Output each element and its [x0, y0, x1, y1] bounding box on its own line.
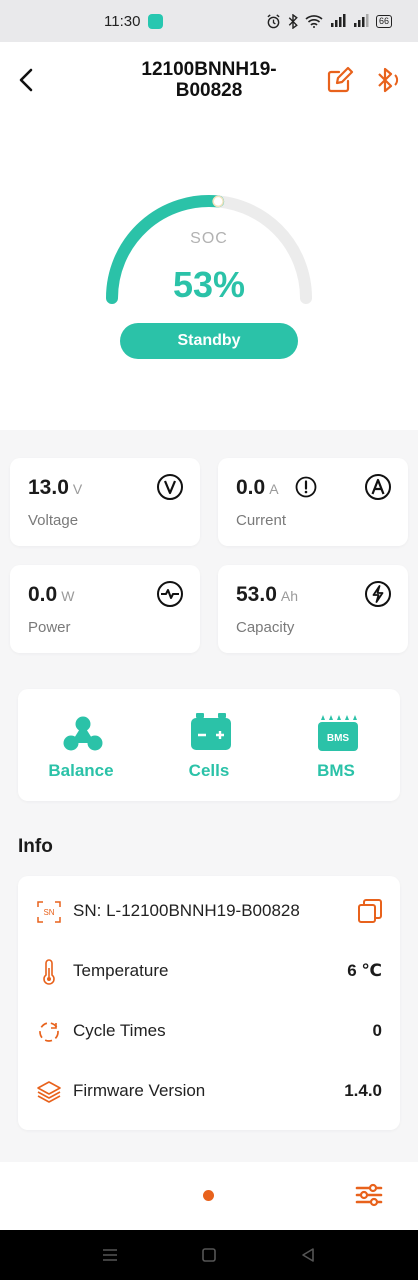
capacity-label: Capacity [236, 619, 295, 636]
menu-icon[interactable] [100, 1245, 120, 1265]
chevron-left-icon [19, 68, 33, 92]
cycle-times-value: 0 [372, 1021, 382, 1040]
sn-value: L-12100BNNH19-B00828 [106, 901, 300, 920]
current-unit: A [269, 481, 279, 497]
power-icon [157, 581, 183, 607]
voltage-label: Voltage [28, 512, 79, 529]
status-time: 11:30 [104, 12, 141, 30]
status-icons: 66 [266, 13, 392, 29]
bluetooth-connect-button[interactable] [372, 65, 402, 95]
soc-value: 53% [172, 264, 246, 305]
cycle-times-row: Cycle Times 0 [18, 1002, 400, 1062]
bottom-bar [0, 1162, 418, 1230]
voltage-card: 13.0 V Voltage [10, 458, 200, 546]
cycle-icon [39, 1022, 59, 1042]
capacity-icon [365, 581, 391, 607]
thermometer-icon [43, 959, 55, 985]
soc-panel: SOC 53% Standby [0, 120, 418, 430]
capacity-value: 53.0 Ah [236, 583, 298, 607]
voltage-unit: V [72, 481, 83, 497]
info-section-title: Info [18, 836, 53, 857]
firmware-value: 1.4.0 [344, 1081, 382, 1100]
power-number: 0.0 [28, 583, 58, 606]
home-icon[interactable] [199, 1245, 219, 1265]
soc-label: SOC [190, 230, 228, 247]
bms-icon-text: BMS [327, 733, 350, 744]
battery-cells-icon [191, 713, 231, 750]
sn-icon-text: SN [43, 908, 54, 917]
status-bar: 11:30 66 [0, 0, 418, 42]
app-notification-icon [148, 13, 164, 29]
sn-icon: SN [37, 901, 61, 923]
warning-icon[interactable] [295, 476, 317, 498]
cells-button[interactable]: Cells [149, 689, 269, 801]
power-value: 0.0 W [28, 583, 74, 607]
shortcuts-panel: Balance Cells BMS BMS [18, 689, 400, 801]
sn-row: SN SN: L-12100BNNH19-B00828 [18, 882, 400, 942]
back-nav-icon[interactable] [298, 1245, 318, 1265]
capacity-number: 53.0 [236, 583, 277, 606]
current-label: Current [236, 512, 287, 529]
sn-text: SN: L-12100BNNH19-B00828 [73, 901, 300, 921]
voltage-icon [157, 474, 183, 500]
current-number: 0.0 [236, 476, 266, 499]
signal-icon-2 [353, 14, 369, 27]
current-value: 0.0 A [236, 476, 279, 500]
header: 12100BNNH19-B00828 [0, 42, 418, 120]
temperature-label: Temperature [73, 961, 169, 980]
system-nav-bar [0, 1230, 418, 1280]
sn-label: SN: [73, 901, 102, 920]
page-title: 12100BNNH19-B00828 [141, 59, 277, 101]
temperature-value: 6 ℃ [347, 961, 382, 980]
wifi-icon [305, 15, 323, 28]
bms-label: BMS [317, 761, 355, 780]
firmware-label: Firmware Version [73, 1081, 206, 1100]
edit-icon [327, 66, 354, 93]
signal-icon [330, 14, 346, 27]
settings-sliders-icon[interactable] [354, 1180, 384, 1210]
temperature-row: Temperature 6 ℃ [18, 942, 400, 1002]
bms-button[interactable]: BMS BMS [276, 689, 396, 801]
capacity-unit: Ah [280, 588, 298, 604]
power-unit: W [61, 588, 75, 604]
page-indicator [203, 1190, 214, 1201]
bluetooth-status-icon [288, 13, 298, 29]
alarm-icon [267, 13, 280, 28]
info-panel: SN SN: L-12100BNNH19-B00828 Temperature … [18, 876, 400, 1130]
balance-icon [63, 716, 103, 751]
back-button[interactable] [12, 62, 40, 98]
cycle-times-label: Cycle Times [73, 1021, 166, 1040]
bluetooth-icon [378, 67, 399, 93]
power-card: 0.0 W Power [10, 565, 200, 653]
current-icon [365, 474, 391, 500]
status-badge: Standby [120, 323, 298, 359]
firmware-row: Firmware Version 1.4.0 [18, 1062, 400, 1122]
balance-button[interactable]: Balance [21, 689, 141, 801]
power-label: Power [28, 619, 71, 636]
voltage-number: 13.0 [28, 476, 69, 499]
cells-label: Cells [188, 761, 230, 780]
edit-button[interactable] [326, 66, 354, 94]
layers-icon [37, 1081, 61, 1103]
capacity-card: 53.0 Ah Capacity [218, 565, 408, 653]
bms-icon: BMS [318, 715, 358, 751]
copy-icon[interactable] [356, 897, 384, 925]
voltage-value: 13.0 V [28, 476, 82, 500]
balance-label: Balance [48, 761, 114, 780]
current-card: 0.0 A Current [218, 458, 408, 546]
battery-status: 66 [375, 14, 392, 28]
